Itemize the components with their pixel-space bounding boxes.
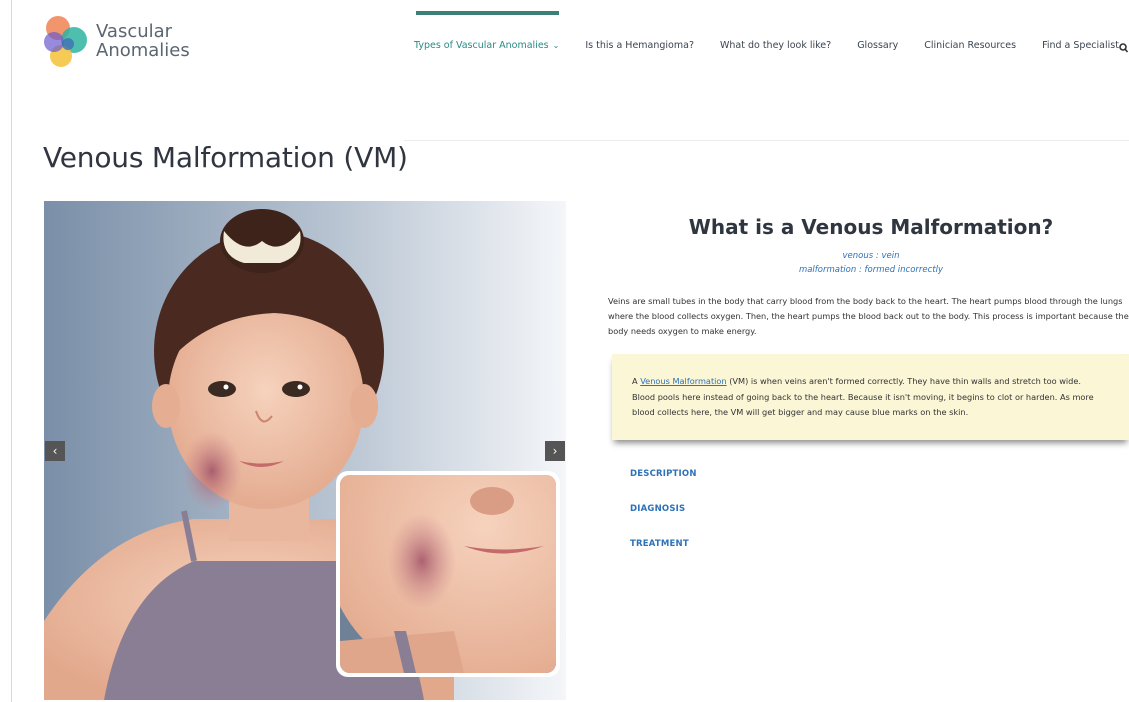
tab-description[interactable]: DESCRIPTION <box>630 469 697 479</box>
nav-item-find-specialist[interactable]: Find a Specialist <box>1042 40 1119 51</box>
nav-item-clinician-resources[interactable]: Clinician Resources <box>924 40 1016 51</box>
section-heading: What is a Venous Malformation? <box>688 214 1054 239</box>
nav-item-types[interactable]: Types of Vascular Anomalies ⌄ <box>414 40 559 51</box>
logo-line-1: Vascular <box>96 21 173 42</box>
logo-mark-icon <box>44 16 87 67</box>
nav-item-glossary[interactable]: Glossary <box>857 40 898 51</box>
tab-treatment[interactable]: TREATMENT <box>630 539 689 549</box>
page-title: Venous Malformation (VM) <box>43 140 408 174</box>
logo-wordmark: Vascular Anomalies <box>96 22 190 60</box>
search-icon[interactable] <box>1119 39 1129 58</box>
nav-item-appearance[interactable]: What do they look like? <box>720 40 831 51</box>
child-illustration <box>44 201 566 700</box>
intro-paragraph: Veins are small tubes in the body that c… <box>608 296 1129 336</box>
main-nav: Types of Vascular Anomalies ⌄ Is this a H… <box>414 40 1119 51</box>
page-left-border <box>11 0 12 702</box>
logo-line-2: Anomalies <box>96 40 190 61</box>
definition-venous: venous : vein <box>842 251 900 261</box>
nav-item-types-label: Types of Vascular Anomalies <box>414 40 549 51</box>
chevron-down-icon: ⌄ <box>552 41 560 50</box>
image-carousel[interactable] <box>44 201 566 700</box>
tab-diagnosis[interactable]: DIAGNOSIS <box>630 504 685 514</box>
callout-box: A Venous Malformation (VM) is when veins… <box>612 354 1129 440</box>
carousel-prev-button[interactable]: ‹ <box>45 441 65 461</box>
title-divider <box>404 140 1129 141</box>
callout-text: A Venous Malformation (VM) is when veins… <box>632 374 1106 421</box>
definition-malformation: malformation : formed incorrectly <box>798 265 944 275</box>
callout-prefix: A <box>632 376 641 386</box>
nav-item-hemangioma[interactable]: Is this a Hemangioma? <box>585 40 694 51</box>
nav-active-indicator <box>416 11 559 15</box>
carousel-next-button[interactable]: › <box>545 441 565 461</box>
venous-malformation-link[interactable]: Venous Malformation <box>640 376 726 386</box>
site-logo[interactable]: Vascular Anomalies <box>44 14 204 72</box>
